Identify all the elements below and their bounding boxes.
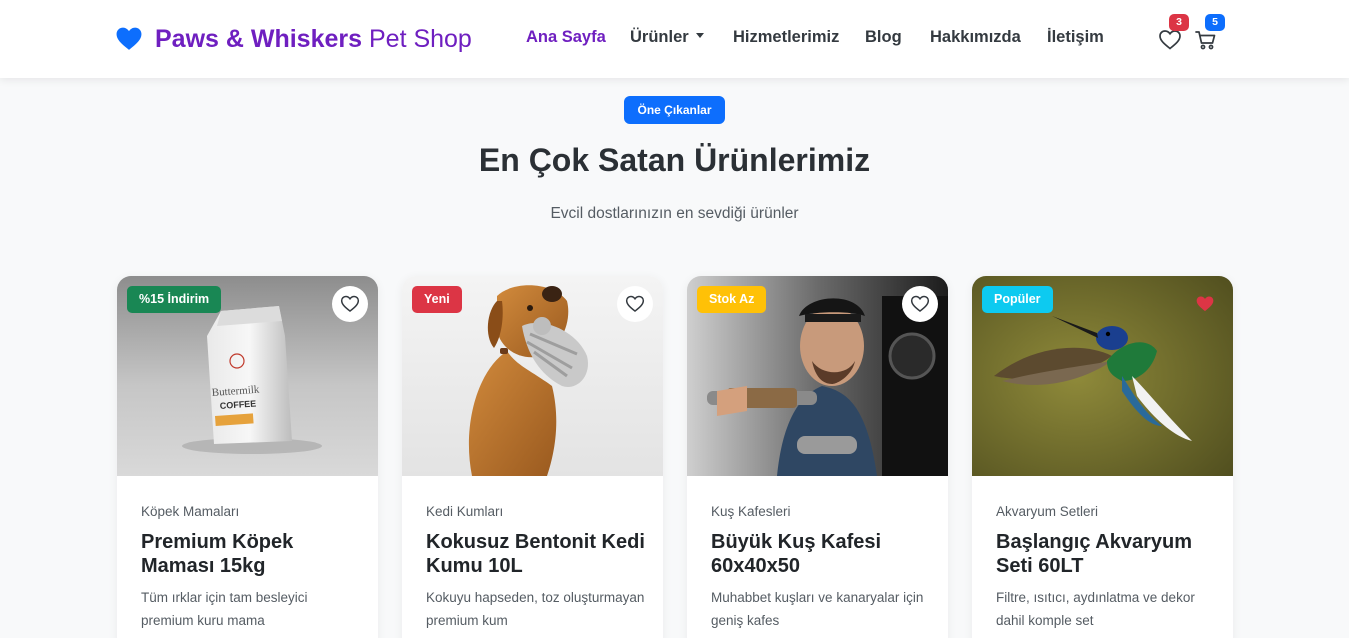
product-description: Filtre, ısıtıcı, aydınlatma ve dekor dah… xyxy=(996,590,1195,628)
product-card-body: Kuş Kafesleri Büyük Kuş Kafesi 60x40x50 … xyxy=(711,476,931,632)
section-title: En Çok Satan Ürünlerimiz xyxy=(478,142,871,178)
heart-outline-icon xyxy=(625,295,645,313)
product-title[interactable]: Büyük Kuş Kafesi 60x40x50 xyxy=(711,530,931,578)
heart-outline-icon xyxy=(1159,30,1181,50)
favorite-button[interactable] xyxy=(332,286,368,322)
heart-outline-icon xyxy=(340,295,360,313)
nav-menu: Ana Sayfa Ürünler Hizmetlerimiz Blog Hak… xyxy=(0,28,1349,50)
nav-link-blog[interactable]: Blog xyxy=(865,28,902,47)
nav-link-ana-sayfa[interactable]: Ana Sayfa xyxy=(526,28,606,47)
heart-outline-icon xyxy=(910,295,930,313)
product-description: Kokuyu hapseden, toz oluşturmayan premiu… xyxy=(426,590,645,628)
heart-filled-icon xyxy=(1196,296,1214,312)
wishlist-count-badge: 3 xyxy=(1169,14,1189,31)
product-category: Akvaryum Setleri xyxy=(996,504,1099,519)
cart-icon xyxy=(1195,31,1216,50)
product-title[interactable]: Premium Köpek Maması 15kg xyxy=(141,530,361,578)
product-card[interactable]: Popüler Akvaryum Setleri Başlangıç Akvar… xyxy=(972,276,1233,638)
featured-badge: Öne Çıkanlar xyxy=(624,96,725,124)
new-badge: Yeni xyxy=(412,286,462,313)
product-card-body: Köpek Mamaları Premium Köpek Maması 15kg… xyxy=(141,476,361,632)
section-subtitle: Evcil dostlarınızın en sevdiği ürünler xyxy=(550,205,799,222)
product-description: Tüm ırklar için tam besleyici premium ku… xyxy=(141,590,308,628)
nav-link-hizmetlerimiz[interactable]: Hizmetlerimiz xyxy=(733,28,839,47)
cart-count-badge: 5 xyxy=(1205,14,1225,31)
nav-link-urunler[interactable]: Ürünler xyxy=(630,28,704,47)
product-description: Muhabbet kuşları ve kanaryalar için geni… xyxy=(711,590,924,628)
product-card[interactable]: Stok Az Kuş Kafesleri Büyük Kuş Kafesi 6… xyxy=(687,276,948,638)
favorite-button[interactable] xyxy=(617,286,653,322)
cart-button[interactable]: 5 xyxy=(1194,14,1225,52)
product-title[interactable]: Kokusuz Bentonit Kedi Kumu 10L xyxy=(426,530,646,578)
product-category: Köpek Mamaları xyxy=(141,504,240,519)
product-card[interactable]: Yeni Kedi Kumları Kokusuz Bentonit Kedi … xyxy=(402,276,663,638)
product-title[interactable]: Başlangıç Akvaryum Seti 60LT xyxy=(996,530,1216,578)
favorite-button[interactable] xyxy=(1187,286,1223,322)
product-card-body: Akvaryum Setleri Başlangıç Akvaryum Seti… xyxy=(996,476,1216,632)
nav-link-urunler-label: Ürünler xyxy=(630,28,689,46)
navbar: Paws & Whiskers Pet Shop Ana Sayfa Ürünl… xyxy=(0,0,1349,78)
product-card-body: Kedi Kumları Kokusuz Bentonit Kedi Kumu … xyxy=(426,476,646,632)
product-card[interactable]: Buttermilk COFFEE %15 İndirim Köpek Mama… xyxy=(117,276,378,638)
chevron-down-icon xyxy=(695,33,704,39)
nav-link-hakkimizda[interactable]: Hakkımızda xyxy=(930,28,1021,47)
favorite-button[interactable] xyxy=(902,286,938,322)
popular-badge: Popüler xyxy=(982,286,1053,313)
product-category: Kedi Kumları xyxy=(426,504,504,519)
discount-badge: %15 İndirim xyxy=(127,286,222,313)
product-category: Kuş Kafesleri xyxy=(711,504,791,519)
wishlist-button[interactable]: 3 xyxy=(1158,14,1189,52)
nav-link-iletisim[interactable]: İletişim xyxy=(1047,28,1104,47)
low-stock-badge: Stok Az xyxy=(697,286,767,313)
